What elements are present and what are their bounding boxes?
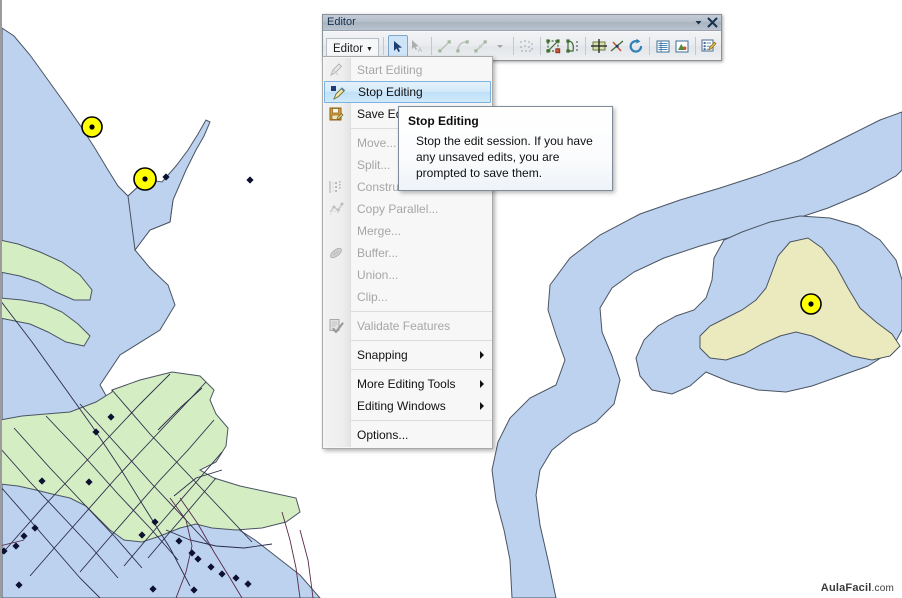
menu-item-label: Constru — [357, 180, 400, 194]
svg-text:A: A — [418, 48, 422, 54]
menu-item-label: Union... — [357, 268, 399, 282]
trace-tool-icon — [518, 36, 536, 57]
straight-segment-icon — [435, 36, 453, 57]
selected-point-marker[interactable] — [81, 116, 103, 138]
editor-toolbar-window[interactable]: Editor Editor ▼ A — [322, 14, 722, 61]
close-icon[interactable] — [705, 16, 719, 29]
map-left-border — [0, 0, 2, 598]
cut-polygons-icon[interactable] — [590, 36, 608, 57]
menu-separator — [351, 311, 492, 312]
menu-item-label: Options... — [357, 428, 409, 442]
menu-item-label: Editing Windows — [357, 399, 446, 413]
buffer-icon — [327, 244, 345, 262]
menu-item-label: Merge... — [357, 224, 402, 238]
menu-item-label: Snapping — [357, 348, 408, 362]
menu-item-start-editing: Start Editing — [323, 59, 492, 81]
toolbar-separator — [694, 37, 696, 55]
menu-item-label: Copy Parallel... — [357, 202, 439, 216]
edit-tool-arrow-icon[interactable] — [387, 34, 409, 58]
editor-menu-label: Editor — [333, 43, 364, 55]
menu-separator — [351, 340, 492, 341]
watermark: AulaFacil.com — [821, 582, 894, 594]
menu-item-label: Move... — [357, 136, 397, 150]
edit-vertices-icon[interactable] — [545, 36, 563, 57]
menu-item-label: Split... — [357, 158, 391, 172]
construct-points-icon — [327, 178, 345, 196]
sketch-properties-icon[interactable] — [673, 36, 691, 57]
selected-point-marker[interactable] — [133, 167, 157, 191]
rotate-tool-icon[interactable] — [627, 36, 645, 57]
chevron-down-icon: ▼ — [366, 45, 373, 53]
menu-item-more-editing-tools[interactable]: More Editing Tools — [323, 373, 492, 395]
toolbar-separator — [512, 37, 514, 55]
toolbar-separator — [430, 37, 432, 55]
selected-point-marker[interactable] — [800, 293, 822, 315]
menu-item-options[interactable]: Options... — [323, 424, 492, 446]
menu-item-label: Clip... — [357, 290, 388, 304]
menu-separator — [351, 420, 492, 421]
reshape-feature-icon[interactable] — [563, 36, 581, 57]
menu-item-buffer: Buffer... — [323, 242, 492, 264]
menu-item-label: Stop Editing — [358, 85, 423, 99]
validate-features-icon — [327, 317, 345, 335]
submenu-arrow-icon — [480, 380, 484, 388]
menu-item-stop-editing[interactable]: Stop Editing — [324, 81, 491, 103]
end-point-arc-segment-icon — [454, 36, 472, 57]
editor-window-title: Editor — [327, 16, 356, 28]
create-features-icon[interactable] — [700, 36, 718, 57]
menu-item-merge: Merge... — [323, 220, 492, 242]
toolbar-separator — [539, 37, 541, 55]
toolbar-separator — [585, 37, 587, 55]
menu-item-label: Validate Features — [357, 319, 451, 333]
toolbar-separator — [649, 37, 651, 55]
menu-item-clip: Clip... — [323, 286, 492, 308]
submenu-arrow-icon — [480, 402, 484, 410]
menu-item-validate-features: Validate Features — [323, 315, 492, 337]
editor-titlebar[interactable]: Editor — [323, 15, 721, 31]
submenu-arrow-icon — [480, 351, 484, 359]
menu-item-label: Buffer... — [357, 246, 399, 260]
save-edits-icon — [327, 105, 345, 123]
stop-editing-icon — [329, 84, 347, 102]
chevron-down-icon[interactable] — [691, 16, 705, 29]
menu-item-editing-windows[interactable]: Editing Windows — [323, 395, 492, 417]
watermark-name: AulaFacil — [820, 582, 872, 594]
menu-separator — [351, 369, 492, 370]
menu-item-copy-parallel: Copy Parallel... — [323, 198, 492, 220]
menu-item-union: Union... — [323, 264, 492, 286]
tooltip-body: Stop the edit session. If you have any u… — [416, 134, 593, 180]
watermark-tld: .com — [871, 583, 894, 594]
menu-item-label: Start Editing — [357, 63, 423, 77]
tooltip: Stop Editing Stop the edit session. If y… — [398, 106, 613, 191]
copy-parallel-icon — [327, 200, 345, 218]
start-editing-icon — [327, 61, 345, 79]
menu-item-label: More Editing Tools — [357, 377, 456, 391]
edit-annotation-tool-icon: A — [408, 36, 426, 57]
midpoint-segment-icon — [472, 36, 490, 57]
toolbar-separator — [382, 37, 384, 55]
tooltip-title: Stop Editing — [408, 114, 479, 128]
attributes-table-icon[interactable] — [654, 36, 672, 57]
segment-dropdown-caret-icon — [490, 36, 508, 57]
split-tool-icon[interactable] — [609, 36, 627, 57]
menu-item-snapping[interactable]: Snapping — [323, 344, 492, 366]
